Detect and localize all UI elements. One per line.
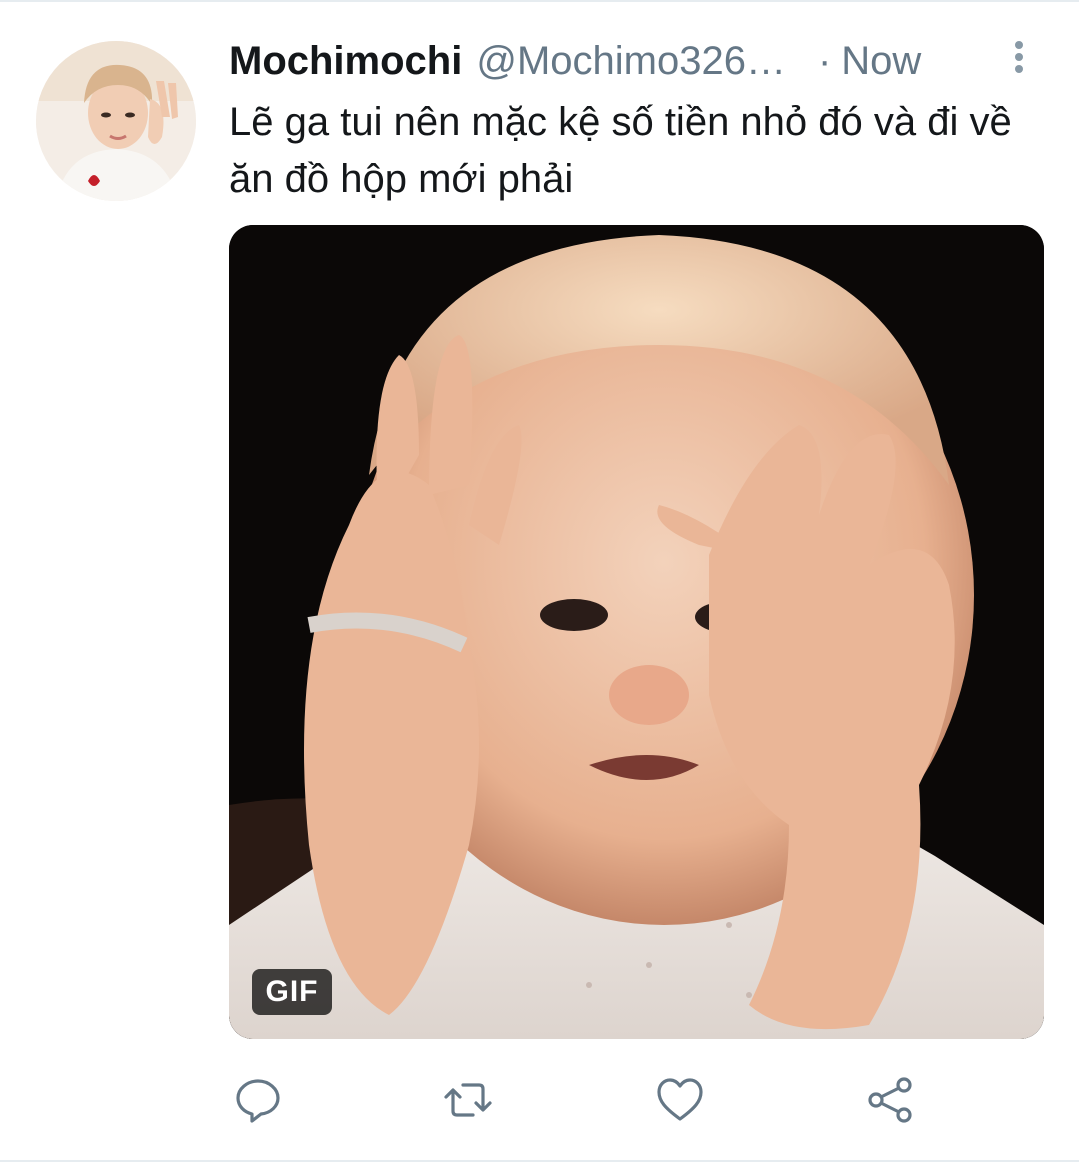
top-divider	[0, 0, 1079, 2]
tweet-media-gif[interactable]: GIF	[229, 225, 1044, 1039]
retweet-button[interactable]	[443, 1075, 493, 1125]
share-button[interactable]	[866, 1075, 916, 1125]
share-icon	[868, 1077, 912, 1123]
more-options-icon[interactable]	[1007, 38, 1031, 78]
retweet-icon	[444, 1083, 492, 1117]
bottom-divider	[0, 1160, 1079, 1162]
like-button[interactable]	[655, 1075, 705, 1125]
like-icon	[657, 1078, 703, 1121]
avatar-photo	[36, 41, 196, 201]
gif-badge: GIF	[252, 969, 332, 1015]
reply-icon	[236, 1079, 280, 1123]
user-handle[interactable]: @Mochimo326…	[476, 39, 786, 84]
separator-dot: ·	[817, 38, 832, 83]
tweet-header: Mochimochi @Mochimo326… · Now	[229, 36, 1029, 86]
tweet-text: Lẽ ga tui nên mặc kệ số tiền nhỏ đó và đ…	[229, 100, 1012, 201]
baby-holding-head-image	[229, 225, 1044, 1039]
display-name[interactable]: Mochimochi	[229, 39, 462, 84]
timestamp[interactable]: Now	[841, 39, 921, 84]
avatar[interactable]	[36, 41, 196, 201]
reply-button[interactable]	[233, 1075, 283, 1125]
